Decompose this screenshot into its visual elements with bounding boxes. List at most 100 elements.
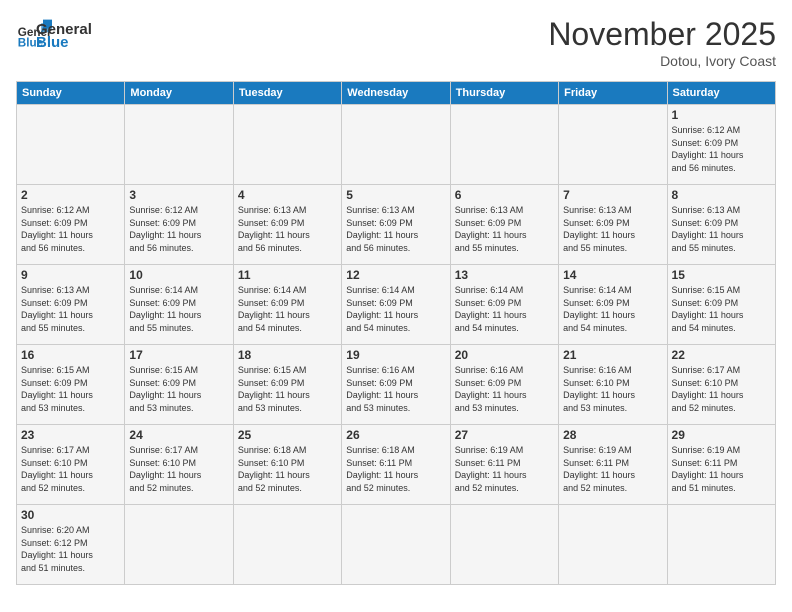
day-number: 17 bbox=[129, 348, 228, 362]
calendar-week-row: 16 Sunrise: 6:15 AMSunset: 6:09 PMDayligh… bbox=[17, 345, 776, 425]
calendar-day-cell bbox=[233, 505, 341, 585]
calendar-day-cell bbox=[667, 505, 775, 585]
calendar-day-cell bbox=[125, 505, 233, 585]
calendar-day-cell: 12 Sunrise: 6:14 AMSunset: 6:09 PMDayligh… bbox=[342, 265, 450, 345]
day-number: 28 bbox=[563, 428, 662, 442]
day-number: 30 bbox=[21, 508, 120, 522]
day-info: Sunrise: 6:20 AMSunset: 6:12 PMDaylight:… bbox=[21, 524, 120, 574]
calendar-week-row: 23 Sunrise: 6:17 AMSunset: 6:10 PMDayligh… bbox=[17, 425, 776, 505]
calendar-week-row: 9 Sunrise: 6:13 AMSunset: 6:09 PMDaylight… bbox=[17, 265, 776, 345]
calendar-day-cell: 13 Sunrise: 6:14 AMSunset: 6:09 PMDayligh… bbox=[450, 265, 558, 345]
day-info: Sunrise: 6:17 AMSunset: 6:10 PMDaylight:… bbox=[21, 444, 120, 494]
day-info: Sunrise: 6:19 AMSunset: 6:11 PMDaylight:… bbox=[563, 444, 662, 494]
weekday-header-thursday: Thursday bbox=[450, 82, 558, 105]
day-info: Sunrise: 6:14 AMSunset: 6:09 PMDaylight:… bbox=[129, 284, 228, 334]
calendar-day-cell: 30 Sunrise: 6:20 AMSunset: 6:12 PMDayligh… bbox=[17, 505, 125, 585]
day-info: Sunrise: 6:15 AMSunset: 6:09 PMDaylight:… bbox=[672, 284, 771, 334]
calendar-day-cell: 4Sunrise: 6:13 AMSunset: 6:09 PMDaylight… bbox=[233, 185, 341, 265]
day-info: Sunrise: 6:12 AMSunset: 6:09 PMDaylight:… bbox=[129, 204, 228, 254]
calendar-day-cell bbox=[233, 105, 341, 185]
calendar-week-row: 1 Sunrise: 6:12 AMSunset: 6:09 PMDaylight… bbox=[17, 105, 776, 185]
day-info: Sunrise: 6:17 AMSunset: 6:10 PMDaylight:… bbox=[672, 364, 771, 414]
weekday-header-sunday: Sunday bbox=[17, 82, 125, 105]
calendar-day-cell: 29 Sunrise: 6:19 AMSunset: 6:11 PMDayligh… bbox=[667, 425, 775, 505]
day-info: Sunrise: 6:19 AMSunset: 6:11 PMDaylight:… bbox=[672, 444, 771, 494]
logo-blue-text: Blue bbox=[36, 34, 92, 51]
calendar-day-cell: 11Sunrise: 6:14 AMSunset: 6:09 PMDayligh… bbox=[233, 265, 341, 345]
day-info: Sunrise: 6:13 AMSunset: 6:09 PMDaylight:… bbox=[21, 284, 120, 334]
day-number: 13 bbox=[455, 268, 554, 282]
day-number: 6 bbox=[455, 188, 554, 202]
day-number: 3 bbox=[129, 188, 228, 202]
calendar-header-row: SundayMondayTuesdayWednesdayThursdayFrid… bbox=[17, 82, 776, 105]
day-number: 15 bbox=[672, 268, 771, 282]
day-number: 7 bbox=[563, 188, 662, 202]
calendar-day-cell: 2Sunrise: 6:12 AMSunset: 6:09 PMDaylight… bbox=[17, 185, 125, 265]
day-number: 21 bbox=[563, 348, 662, 362]
calendar-day-cell: 27Sunrise: 6:19 AMSunset: 6:11 PMDayligh… bbox=[450, 425, 558, 505]
calendar-day-cell: 8 Sunrise: 6:13 AMSunset: 6:09 PMDaylight… bbox=[667, 185, 775, 265]
day-info: Sunrise: 6:12 AMSunset: 6:09 PMDaylight:… bbox=[672, 124, 771, 174]
calendar-day-cell bbox=[17, 105, 125, 185]
weekday-header-friday: Friday bbox=[559, 82, 667, 105]
weekday-header-tuesday: Tuesday bbox=[233, 82, 341, 105]
calendar-day-cell: 16 Sunrise: 6:15 AMSunset: 6:09 PMDayligh… bbox=[17, 345, 125, 425]
weekday-header-wednesday: Wednesday bbox=[342, 82, 450, 105]
calendar-day-cell: 7Sunrise: 6:13 AMSunset: 6:09 PMDaylight… bbox=[559, 185, 667, 265]
day-number: 16 bbox=[21, 348, 120, 362]
day-number: 14 bbox=[563, 268, 662, 282]
title-block: November 2025 Dotou, Ivory Coast bbox=[548, 16, 776, 69]
day-info: Sunrise: 6:14 AMSunset: 6:09 PMDaylight:… bbox=[455, 284, 554, 334]
calendar-day-cell: 17 Sunrise: 6:15 AMSunset: 6:09 PMDayligh… bbox=[125, 345, 233, 425]
page-header: General Blue General Blue November 2025 … bbox=[16, 16, 776, 69]
day-number: 29 bbox=[672, 428, 771, 442]
calendar-day-cell: 19 Sunrise: 6:16 AMSunset: 6:09 PMDayligh… bbox=[342, 345, 450, 425]
day-number: 25 bbox=[238, 428, 337, 442]
calendar-day-cell: 10 Sunrise: 6:14 AMSunset: 6:09 PMDayligh… bbox=[125, 265, 233, 345]
day-info: Sunrise: 6:18 AMSunset: 6:11 PMDaylight:… bbox=[346, 444, 445, 494]
day-number: 27 bbox=[455, 428, 554, 442]
calendar-day-cell: 22Sunrise: 6:17 AMSunset: 6:10 PMDayligh… bbox=[667, 345, 775, 425]
calendar-day-cell bbox=[450, 505, 558, 585]
day-number: 5 bbox=[346, 188, 445, 202]
day-info: Sunrise: 6:13 AMSunset: 6:09 PMDaylight:… bbox=[455, 204, 554, 254]
location: Dotou, Ivory Coast bbox=[548, 53, 776, 69]
day-info: Sunrise: 6:15 AMSunset: 6:09 PMDaylight:… bbox=[129, 364, 228, 414]
day-number: 24 bbox=[129, 428, 228, 442]
calendar-day-cell: 23 Sunrise: 6:17 AMSunset: 6:10 PMDayligh… bbox=[17, 425, 125, 505]
calendar-day-cell: 21 Sunrise: 6:16 AMSunset: 6:10 PMDayligh… bbox=[559, 345, 667, 425]
day-number: 1 bbox=[672, 108, 771, 122]
calendar-day-cell bbox=[450, 105, 558, 185]
calendar-day-cell: 14 Sunrise: 6:14 AMSunset: 6:09 PMDayligh… bbox=[559, 265, 667, 345]
day-info: Sunrise: 6:15 AMSunset: 6:09 PMDaylight:… bbox=[21, 364, 120, 414]
day-number: 12 bbox=[346, 268, 445, 282]
calendar-day-cell: 18Sunrise: 6:15 AMSunset: 6:09 PMDayligh… bbox=[233, 345, 341, 425]
calendar-day-cell: 1 Sunrise: 6:12 AMSunset: 6:09 PMDaylight… bbox=[667, 105, 775, 185]
calendar-day-cell: 24Sunrise: 6:17 AMSunset: 6:10 PMDayligh… bbox=[125, 425, 233, 505]
day-info: Sunrise: 6:13 AMSunset: 6:09 PMDaylight:… bbox=[672, 204, 771, 254]
day-info: Sunrise: 6:16 AMSunset: 6:09 PMDaylight:… bbox=[346, 364, 445, 414]
day-info: Sunrise: 6:16 AMSunset: 6:10 PMDaylight:… bbox=[563, 364, 662, 414]
day-info: Sunrise: 6:14 AMSunset: 6:09 PMDaylight:… bbox=[238, 284, 337, 334]
calendar-day-cell bbox=[559, 105, 667, 185]
day-number: 9 bbox=[21, 268, 120, 282]
day-number: 8 bbox=[672, 188, 771, 202]
calendar-day-cell: 26 Sunrise: 6:18 AMSunset: 6:11 PMDayligh… bbox=[342, 425, 450, 505]
weekday-header-saturday: Saturday bbox=[667, 82, 775, 105]
day-info: Sunrise: 6:12 AMSunset: 6:09 PMDaylight:… bbox=[21, 204, 120, 254]
month-title: November 2025 bbox=[548, 16, 776, 53]
calendar-day-cell: 20Sunrise: 6:16 AMSunset: 6:09 PMDayligh… bbox=[450, 345, 558, 425]
day-number: 4 bbox=[238, 188, 337, 202]
logo: General Blue General Blue bbox=[16, 16, 92, 52]
calendar-day-cell: 15 Sunrise: 6:15 AMSunset: 6:09 PMDayligh… bbox=[667, 265, 775, 345]
day-info: Sunrise: 6:14 AMSunset: 6:09 PMDaylight:… bbox=[346, 284, 445, 334]
day-number: 23 bbox=[21, 428, 120, 442]
day-number: 26 bbox=[346, 428, 445, 442]
calendar-day-cell: 5Sunrise: 6:13 AMSunset: 6:09 PMDaylight… bbox=[342, 185, 450, 265]
calendar-day-cell: 9 Sunrise: 6:13 AMSunset: 6:09 PMDaylight… bbox=[17, 265, 125, 345]
day-number: 19 bbox=[346, 348, 445, 362]
day-info: Sunrise: 6:14 AMSunset: 6:09 PMDaylight:… bbox=[563, 284, 662, 334]
day-info: Sunrise: 6:15 AMSunset: 6:09 PMDaylight:… bbox=[238, 364, 337, 414]
weekday-header-monday: Monday bbox=[125, 82, 233, 105]
day-number: 10 bbox=[129, 268, 228, 282]
